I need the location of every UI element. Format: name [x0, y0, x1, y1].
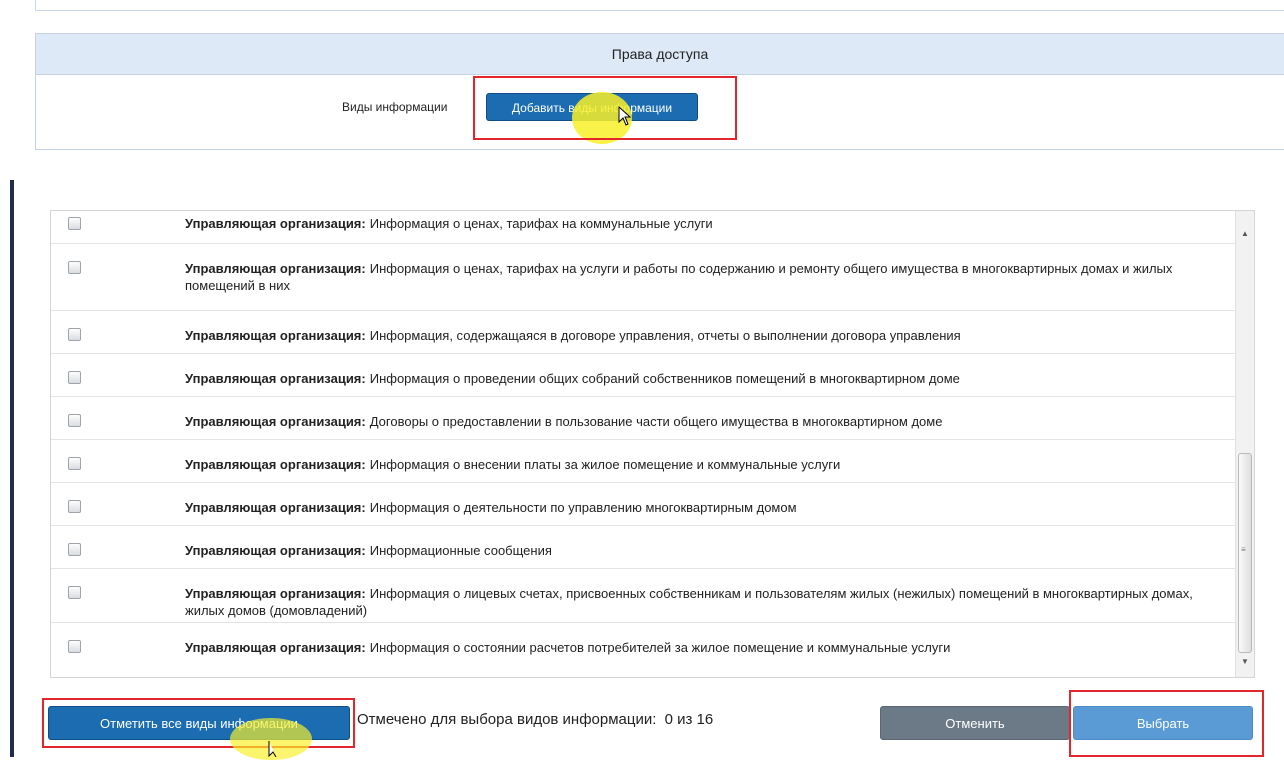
arrow-up-icon[interactable]: ▲ [1236, 225, 1254, 243]
item-checkbox[interactable] [68, 543, 81, 556]
mouse-pointer-icon-bottom [268, 741, 277, 757]
item-text: Управляющая организация: Информационные с… [185, 542, 1216, 559]
list-item[interactable]: Управляющая организация: Информационные с… [51, 526, 1236, 569]
item-text: Управляющая организация: Информация о лиц… [185, 585, 1216, 619]
item-description: Информация, содержащаяся в договоре упра… [369, 328, 961, 343]
mouse-pointer-icon [618, 106, 632, 126]
highlight-frame-select [1069, 690, 1264, 757]
item-checkbox[interactable] [68, 457, 81, 470]
item-text: Управляющая организация: Информация о цен… [185, 215, 1216, 232]
item-text: Управляющая организация: Информация о про… [185, 370, 1216, 387]
scroll-thumb[interactable]: ≡ [1238, 453, 1252, 653]
item-description: Информационные сообщения [369, 543, 552, 558]
item-org-label: Управляющая организация: [185, 371, 366, 386]
item-description: Информация о состоянии расчетов потребит… [369, 640, 951, 655]
item-org-label: Управляющая организация: [185, 457, 366, 472]
item-checkbox[interactable] [68, 217, 81, 230]
list-item[interactable]: Управляющая организация: Информация о дея… [51, 483, 1236, 526]
item-description: Договоры о предоставлении в пользование … [369, 414, 943, 429]
list-item[interactable]: Управляющая организация: Договоры о предо… [51, 397, 1236, 440]
item-text: Управляющая организация: Информация о дея… [185, 499, 1216, 516]
highlight-frame-add [473, 76, 737, 140]
list-item[interactable]: Управляющая организация: Информация о вне… [51, 440, 1236, 483]
previous-panel-edge [35, 0, 1284, 11]
item-text: Управляющая организация: Информация, соде… [185, 327, 1216, 344]
item-text: Управляющая организация: Информация о сос… [185, 639, 1216, 656]
item-description: Информация о деятельности по управлению … [369, 500, 797, 515]
arrow-down-icon[interactable]: ▼ [1236, 653, 1254, 671]
list-item[interactable]: Управляющая организация: Информация, соде… [51, 311, 1236, 354]
item-org-label: Управляющая организация: [185, 500, 366, 515]
item-checkbox[interactable] [68, 640, 81, 653]
item-org-label: Управляющая организация: [185, 261, 366, 276]
item-org-label: Управляющая организация: [185, 328, 366, 343]
item-text: Управляющая организация: Договоры о предо… [185, 413, 1216, 430]
list-item[interactable]: Управляющая организация: Информация о про… [51, 354, 1236, 397]
item-org-label: Управляющая организация: [185, 640, 366, 655]
item-org-label: Управляющая организация: [185, 216, 366, 231]
item-org-label: Управляющая организация: [185, 586, 366, 601]
selection-counter: Отмечено для выбора видов информации: 0 … [357, 711, 713, 728]
grip-icon: ≡ [1241, 545, 1246, 554]
counter-label: Отмечено для выбора видов информации: [357, 711, 657, 728]
list-scrollbar[interactable]: ▲ ≡ ▼ [1235, 211, 1254, 677]
item-checkbox[interactable] [68, 500, 81, 513]
item-checkbox[interactable] [68, 414, 81, 427]
item-text: Управляющая организация: Информация о вне… [185, 456, 1216, 473]
list-item[interactable]: Управляющая организация: Информация о цен… [51, 211, 1236, 244]
list-item[interactable]: Управляющая организация: Информация о лиц… [51, 569, 1236, 623]
item-org-label: Управляющая организация: [185, 414, 366, 429]
cancel-button[interactable]: Отменить [880, 706, 1070, 740]
item-description: Информация о проведении общих собраний с… [369, 371, 960, 386]
item-description: Информация о внесении платы за жилое пом… [369, 457, 841, 472]
info-types-list: Управляющая организация: Информация о цен… [50, 210, 1255, 678]
list-item[interactable]: Управляющая организация: Информация о сос… [51, 623, 1236, 677]
list-item[interactable]: Управляющая организация: Информация о цен… [51, 244, 1236, 311]
item-text: Управляющая организация: Информация о цен… [185, 260, 1216, 294]
info-types-label: Виды информации [342, 100, 448, 114]
item-checkbox[interactable] [68, 586, 81, 599]
panel-title: Права доступа [36, 34, 1284, 75]
item-org-label: Управляющая организация: [185, 543, 366, 558]
dialog-edge [10, 180, 14, 757]
item-checkbox[interactable] [68, 261, 81, 274]
item-description: Информация о ценах, тарифах на коммуналь… [369, 216, 713, 231]
item-checkbox[interactable] [68, 328, 81, 341]
counter-value: 0 из 16 [664, 711, 714, 728]
item-checkbox[interactable] [68, 371, 81, 384]
